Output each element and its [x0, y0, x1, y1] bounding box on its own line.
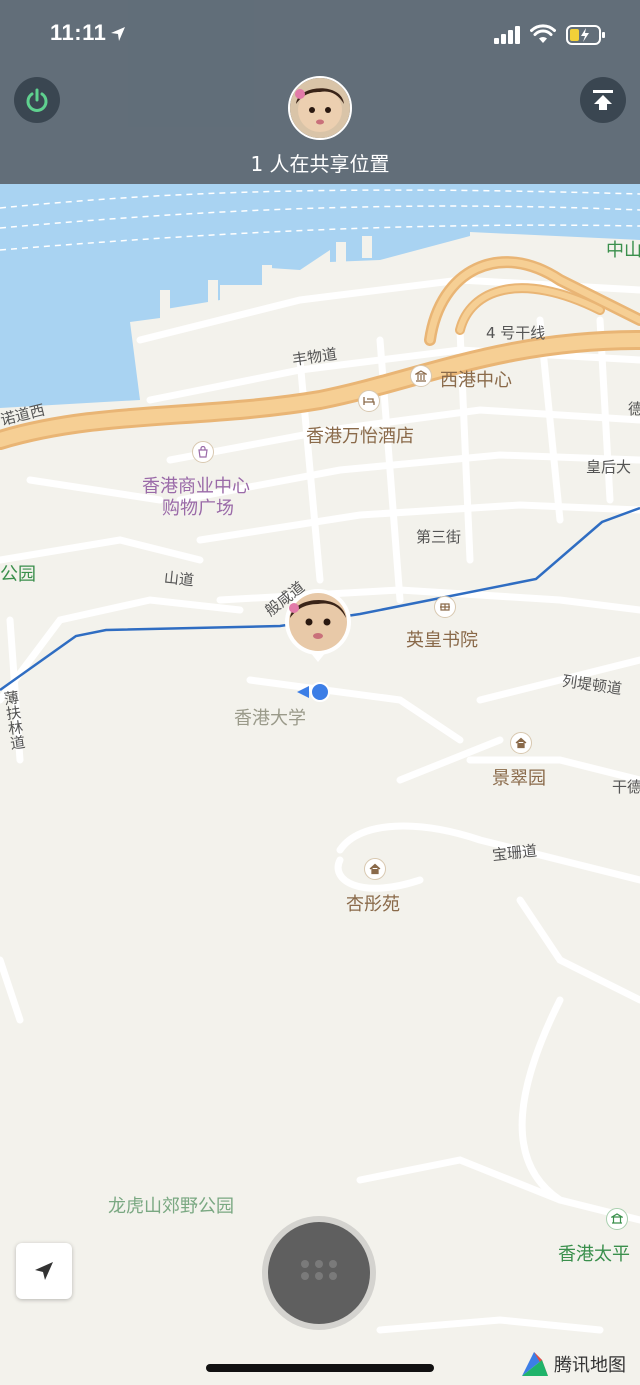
label-zhongshan: 中山: [606, 240, 640, 261]
label-western-market[interactable]: 西港中心: [440, 366, 512, 392]
locate-me-button[interactable]: [16, 1243, 72, 1299]
location-arrow-icon: [111, 27, 125, 41]
label-heng-tung-garden[interactable]: 杏彤苑: [346, 890, 400, 916]
landmark-icon: [410, 365, 432, 387]
school-icon: [434, 596, 456, 618]
wifi-icon: [530, 24, 556, 43]
label-peak-pavilion[interactable]: 香港太平: [558, 1240, 630, 1266]
home-indicator[interactable]: [206, 1364, 434, 1372]
hotel-icon: [358, 390, 380, 412]
label-lung-fu-shan-park[interactable]: 龙虎山郊野公园: [108, 1192, 234, 1218]
friend-location-pin[interactable]: [282, 588, 354, 664]
upload-top-button[interactable]: [580, 77, 626, 123]
label-highway: 4 号干线: [486, 324, 546, 342]
label-hotel[interactable]: 香港万怡酒店: [306, 422, 414, 448]
residence-icon: [510, 732, 532, 754]
upload-top-icon: [593, 90, 613, 110]
grid-menu-icon: [301, 1260, 337, 1280]
label-de: 德: [628, 400, 640, 418]
label-third-street: 第三街: [416, 528, 462, 546]
label-mall-line2[interactable]: 购物广场: [162, 494, 234, 520]
label-king-chui-garden[interactable]: 景翠园: [492, 764, 546, 790]
brand-name: 腾讯地图: [554, 1355, 626, 1376]
label-kon-tak: 干德: [612, 778, 640, 796]
sharing-count-text: 1 人在共享位置: [250, 152, 390, 176]
label-college[interactable]: 英皇书院: [406, 626, 478, 652]
user-heading-indicator: [297, 686, 309, 698]
label-queens-road: 皇后大: [586, 458, 632, 476]
status-time: 11:11: [50, 20, 107, 45]
sharing-header: 11:11 1 人在共享位置: [0, 0, 640, 184]
label-hku[interactable]: 香港大学: [234, 704, 306, 730]
pavilion-icon: [606, 1208, 628, 1230]
map-brand-logo: 腾讯地图: [520, 1350, 626, 1378]
end-sharing-power-button[interactable]: [14, 77, 60, 123]
current-location-dot: [310, 682, 330, 702]
tencent-map-logo-icon: [522, 1352, 548, 1376]
cellular-signal-icon: [494, 26, 520, 44]
label-park-left: 公园: [0, 564, 36, 585]
battery-charging-icon: [566, 25, 605, 45]
shopping-icon: [192, 441, 214, 463]
navigation-arrow-icon: [35, 1262, 53, 1280]
main-menu-button[interactable]: [268, 1222, 370, 1324]
residence-icon: [364, 858, 386, 880]
power-icon: [26, 88, 48, 112]
label-shan-road: 山道: [163, 568, 195, 590]
sharer-avatar[interactable]: [288, 76, 352, 140]
